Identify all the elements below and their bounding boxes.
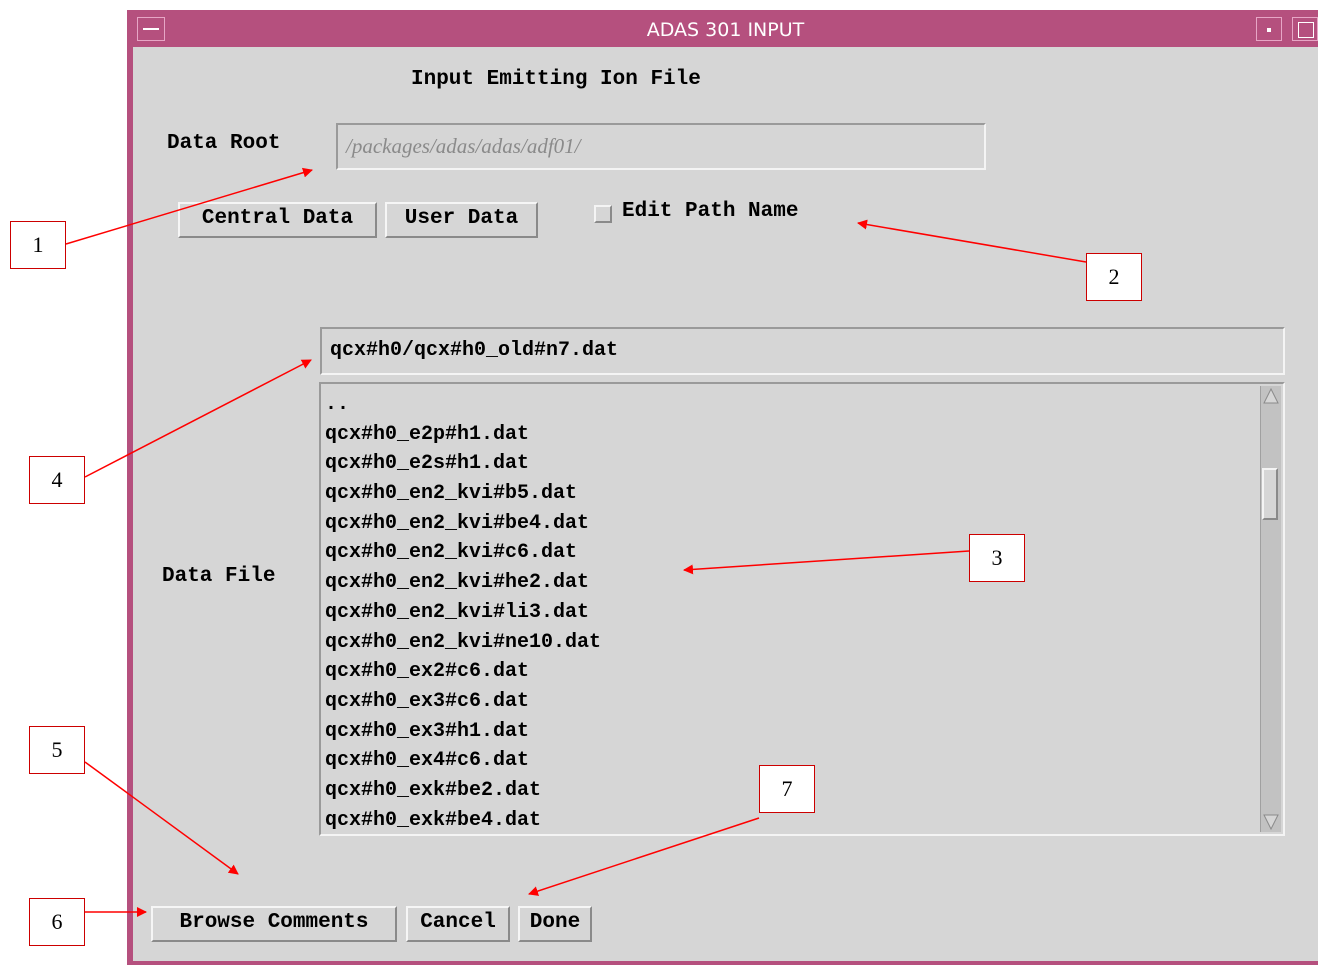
list-item[interactable]: qcx#h0_en2_kvi#b5.dat xyxy=(325,479,601,509)
list-item[interactable]: qcx#h0_en2_kvi#be4.dat xyxy=(325,509,601,539)
callout-4: 4 xyxy=(29,456,85,504)
maximize-icon[interactable] xyxy=(1292,17,1318,41)
title-bar[interactable]: ADAS 301 INPUT xyxy=(127,10,1318,47)
central-data-button[interactable]: Central Data xyxy=(178,202,377,238)
scrollbar-thumb[interactable] xyxy=(1262,468,1278,520)
list-item[interactable]: qcx#h0_en2_kvi#li3.dat xyxy=(325,598,601,628)
callout-7: 7 xyxy=(759,765,815,813)
panel-heading: Input Emitting Ion File xyxy=(411,68,701,91)
callout-5: 5 xyxy=(29,726,85,774)
browse-comments-button[interactable]: Browse Comments xyxy=(151,906,397,942)
list-item[interactable]: qcx#h0_exk#be4.dat xyxy=(325,806,601,834)
list-item[interactable]: qcx#h0_ex4#c6.dat xyxy=(325,746,601,776)
window-title: ADAS 301 INPUT xyxy=(646,19,805,41)
cancel-button[interactable]: Cancel xyxy=(406,906,510,942)
list-item[interactable]: qcx#h0_en2_kvi#ne10.dat xyxy=(325,628,601,658)
callout-3: 3 xyxy=(969,534,1025,582)
vertical-scrollbar[interactable] xyxy=(1260,386,1281,832)
callout-2: 2 xyxy=(1086,253,1142,301)
list-item[interactable]: qcx#h0_en2_kvi#he2.dat xyxy=(325,568,601,598)
data-root-field: /packages/adas/adas/adf01/ xyxy=(336,123,986,170)
data-file-label: Data File xyxy=(162,565,276,588)
done-button[interactable]: Done xyxy=(518,906,592,942)
file-list: .. qcx#h0_e2p#h1.dat qcx#h0_e2s#h1.dat q… xyxy=(325,390,601,834)
list-item[interactable]: qcx#h0_ex2#c6.dat xyxy=(325,657,601,687)
list-item[interactable]: qcx#h0_e2s#h1.dat xyxy=(325,449,601,479)
list-item[interactable]: qcx#h0_ex3#c6.dat xyxy=(325,687,601,717)
scroll-up-arrow-icon[interactable] xyxy=(1262,387,1280,405)
user-data-button[interactable]: User Data xyxy=(385,202,538,238)
data-root-label: Data Root xyxy=(167,132,281,155)
data-file-input[interactable]: qcx#h0/qcx#h0_old#n7.dat xyxy=(320,327,1285,375)
edit-path-label[interactable]: Edit Path Name xyxy=(622,200,798,223)
list-item[interactable]: qcx#h0_en2_kvi#c6.dat xyxy=(325,538,601,568)
list-item[interactable]: .. xyxy=(325,390,601,420)
callout-1: 1 xyxy=(10,221,66,269)
list-item[interactable]: qcx#h0_e2p#h1.dat xyxy=(325,420,601,450)
edit-path-checkbox[interactable] xyxy=(594,205,612,223)
callout-6: 6 xyxy=(29,898,85,946)
list-item[interactable]: qcx#h0_ex3#h1.dat xyxy=(325,717,601,747)
list-item[interactable]: qcx#h0_exk#be2.dat xyxy=(325,776,601,806)
scroll-down-arrow-icon[interactable] xyxy=(1262,813,1280,831)
minimize-icon[interactable] xyxy=(1256,17,1282,41)
